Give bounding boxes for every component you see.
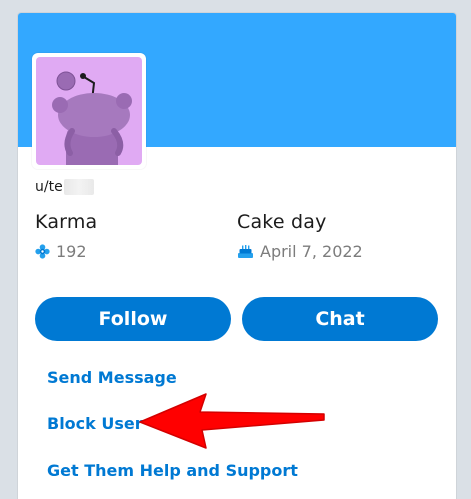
username-redacted bbox=[63, 179, 94, 195]
karma-label: Karma bbox=[35, 211, 98, 233]
avatar[interactable] bbox=[36, 57, 142, 165]
cakeday-label: Cake day bbox=[237, 211, 327, 233]
cake-icon bbox=[238, 245, 253, 258]
karma-stat: Karma 192 bbox=[35, 211, 97, 261]
username-text: u/te bbox=[35, 179, 63, 195]
block-user-link[interactable]: Block User bbox=[47, 414, 143, 433]
follow-button[interactable]: Follow bbox=[35, 297, 231, 341]
karma-value: 192 bbox=[56, 242, 87, 261]
cakeday-value: April 7, 2022 bbox=[260, 242, 363, 261]
cakeday-stat: Cake day April 7, 2022 bbox=[237, 211, 363, 261]
avatar-frame bbox=[32, 53, 146, 169]
page: u/te Karma 192 Cake day April 7, 2022 Fo… bbox=[0, 0, 471, 499]
send-message-link[interactable]: Send Message bbox=[47, 368, 177, 387]
username[interactable]: u/te bbox=[35, 179, 94, 195]
chat-button[interactable]: Chat bbox=[242, 297, 438, 341]
annotation-arrow-icon bbox=[139, 393, 325, 449]
karma-flower-icon bbox=[35, 244, 50, 259]
snoo-avatar-icon bbox=[52, 71, 132, 165]
get-help-link[interactable]: Get Them Help and Support bbox=[47, 461, 298, 480]
